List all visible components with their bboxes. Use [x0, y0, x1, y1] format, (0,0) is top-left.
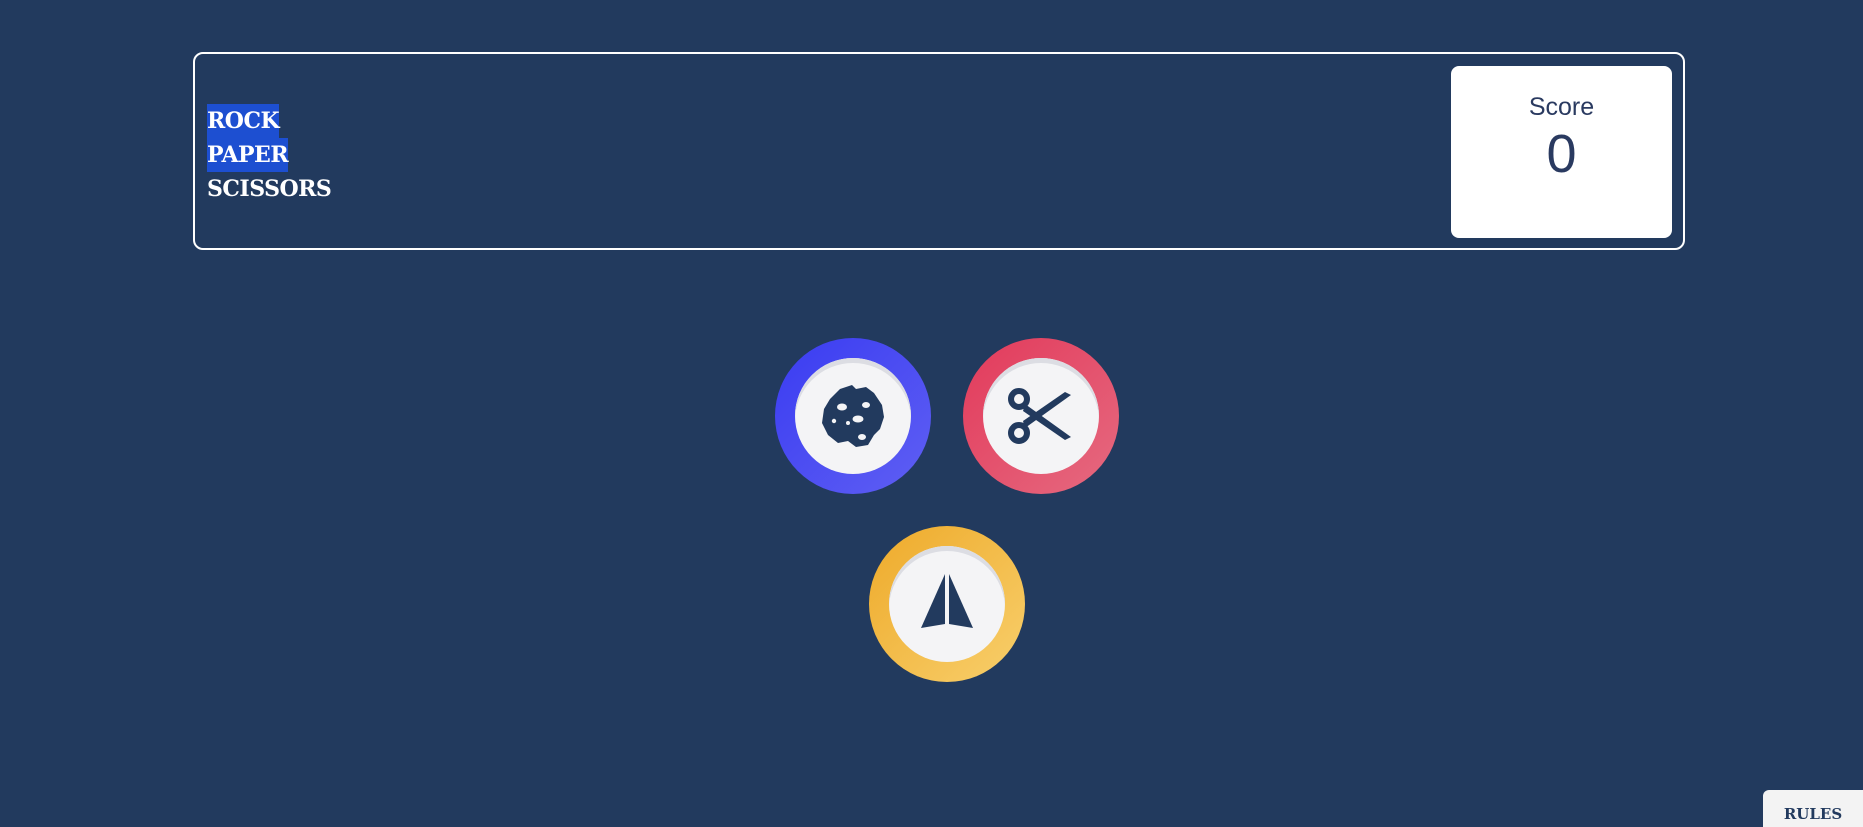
- title-line-scissors: SCISSORS: [207, 176, 332, 202]
- rock-icon: [822, 385, 884, 447]
- paper-choice-inner: [889, 546, 1005, 662]
- scissors-choice-inner: [983, 358, 1099, 474]
- header: ROCK PAPER SCISSORS Score 0: [193, 52, 1685, 250]
- score-box: Score 0: [1451, 66, 1672, 238]
- score-label: Score: [1528, 93, 1595, 121]
- game-page: ROCK PAPER SCISSORS Score 0 RULES: [0, 0, 1863, 827]
- paper-choice-button[interactable]: [869, 526, 1025, 682]
- scissors-choice-button[interactable]: [963, 338, 1119, 494]
- game-title: ROCK PAPER SCISSORS: [207, 104, 332, 206]
- paper-plane-icon: [921, 574, 973, 628]
- rules-button[interactable]: RULES: [1763, 790, 1863, 827]
- score-value: 0: [1546, 124, 1577, 184]
- rock-choice-inner: [795, 358, 911, 474]
- rock-choice-button[interactable]: [775, 338, 931, 494]
- title-line-rock: ROCK: [207, 104, 280, 138]
- scissors-icon: [1008, 388, 1071, 444]
- title-line-paper: PAPER: [207, 138, 289, 172]
